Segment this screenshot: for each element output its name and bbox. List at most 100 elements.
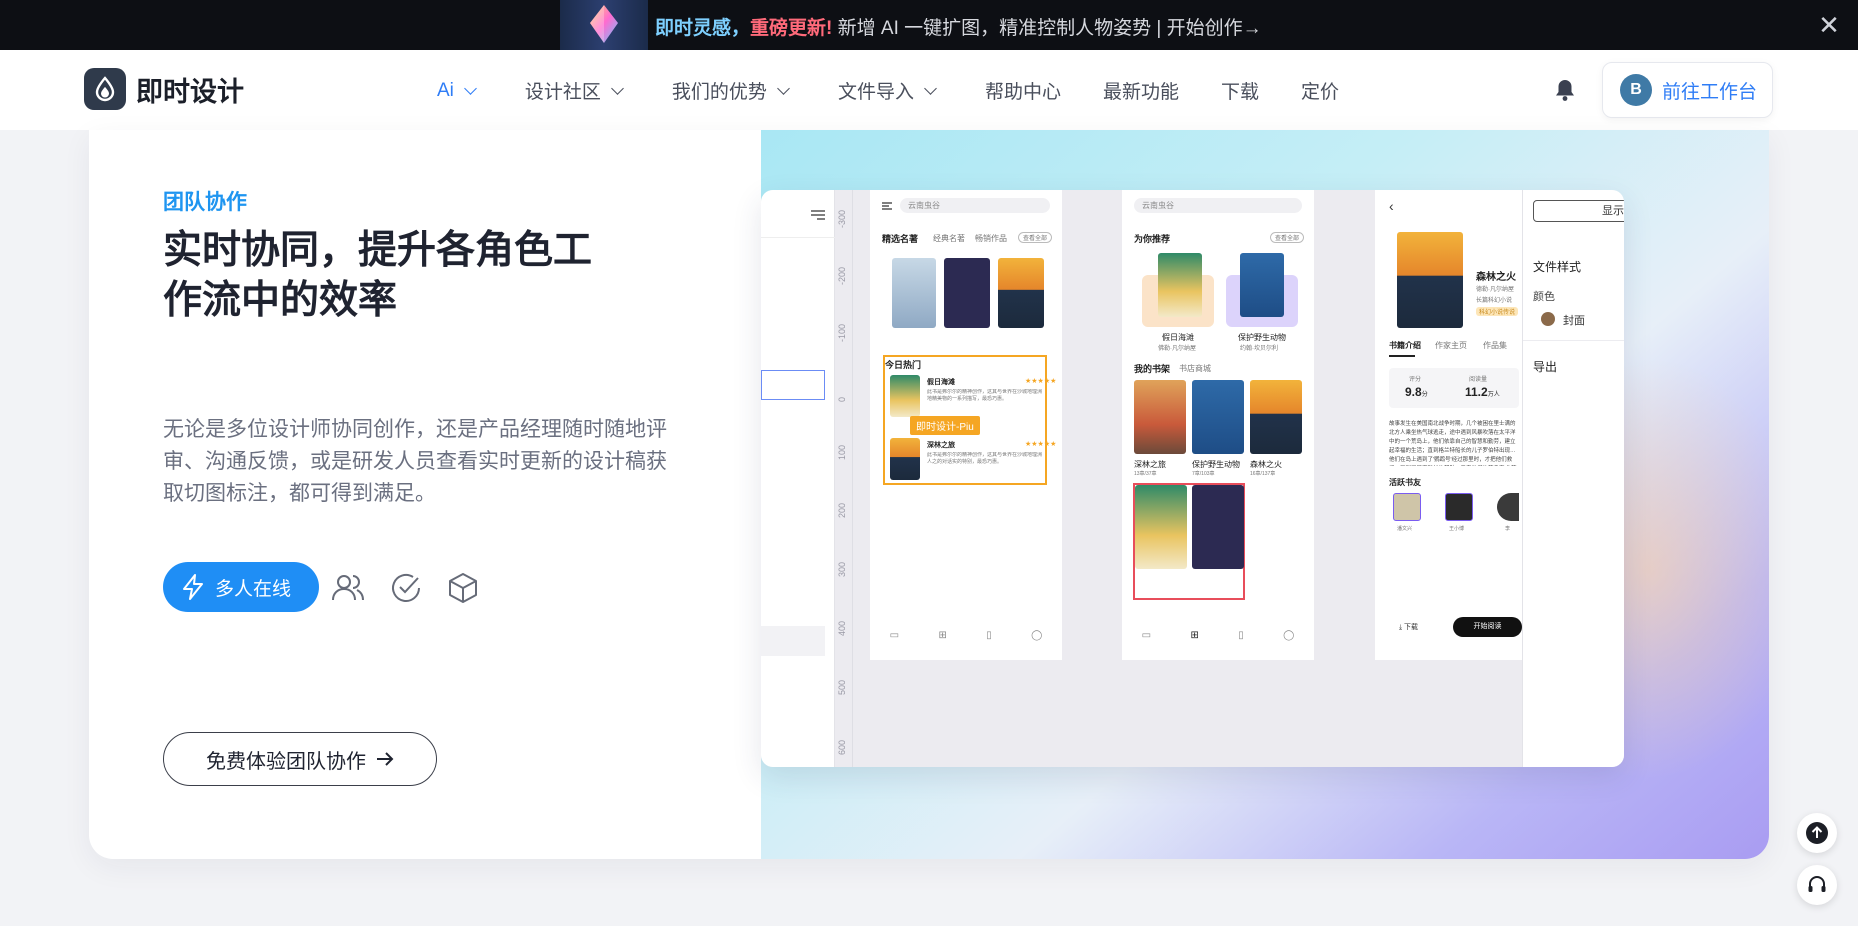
promo-banner[interactable]: 即时灵感，重磅更新! 新增 AI 一键扩图，精准控制人物姿势 | 开始创作→ ✕ [0,0,1858,50]
bookmark-icon[interactable]: ▯ [1238,630,1244,641]
back-to-top-button[interactable] [1797,813,1837,853]
gem-logo-icon [560,0,648,50]
tab-works[interactable]: 作品集 [1483,340,1507,351]
book-cover[interactable] [944,258,990,328]
lightning-icon [183,574,203,600]
category-badge: 科幻小说传说 [1476,307,1519,316]
app-screen-2[interactable]: 云南虫谷 为你推荐 查看全部 假日海滩 佛勒·凡尔纳屋 保护野生动物 约翰·坎贝… [1122,190,1314,660]
logo-icon [84,68,126,110]
ruler-label: 500 [837,679,847,695]
hot-item-title: 深林之旅 [927,442,955,449]
tab-store[interactable]: 书店商城 [1179,363,1211,374]
layer-row[interactable] [761,626,825,656]
view-all-button[interactable]: 查看全部 [1270,232,1305,243]
star-rating: ★★★★★ [1025,378,1057,385]
menu-item-label: 文件导入 [837,82,914,103]
tab-selected[interactable]: 精选名著 [882,232,918,245]
book-icon[interactable]: ▭ [890,630,899,641]
book-cover[interactable] [998,258,1044,328]
app-screen-3[interactable]: ‹ 森林之火 德勒·凡尔纳屋 长篇科幻小说 科幻小说传说 书籍介绍 作家主页 作… [1375,190,1522,660]
book-cover [890,438,920,480]
show-button[interactable]: 显示 [1533,200,1624,222]
book-title: 森林之火 [1250,460,1282,469]
menu-item-ai[interactable]: Ai [437,80,477,102]
avatar: B [1620,74,1652,106]
recommend-title: 为你推荐 [1134,234,1171,244]
list-icon[interactable] [811,210,825,220]
ruler-label: 200 [837,502,847,518]
ruler-label: 400 [837,620,847,636]
friend-avatar[interactable] [1393,493,1421,521]
friend-avatar[interactable] [1445,493,1473,521]
book-cover[interactable] [1192,380,1244,454]
menu-item-download[interactable]: 下载 [1221,77,1259,104]
search-input[interactable]: 云南虫谷 [1134,198,1302,213]
selected-layer-frame[interactable] [761,370,825,400]
menu-item-community[interactable]: 设计社区 [524,77,624,104]
file-style-label: 文件样式 [1533,260,1582,274]
book-author: 德勒·凡尔纳屋 [1476,287,1514,293]
book-icon[interactable]: ▭ [1142,630,1151,641]
grid-icon[interactable]: ⊞ [1190,630,1198,641]
book-author: 约翰·坎贝尔利 [1240,346,1278,352]
user-icon[interactable]: ◯ [1031,630,1042,641]
book-category: 长篇科幻小说 [1476,298,1513,304]
menu-item-pricing[interactable]: 定价 [1301,77,1339,104]
rating-label: 评分 [1409,377,1422,383]
cube-icon[interactable] [446,571,480,605]
download-button[interactable]: ⤓ 下载 [1399,622,1418,632]
view-all-button[interactable]: 查看全部 [1018,232,1053,243]
menu-item-advantages[interactable]: 我们的优势 [672,77,790,104]
tab-intro[interactable]: 书籍介绍 [1389,340,1421,351]
users-icon[interactable] [331,571,365,605]
ruler-label: -300 [837,209,847,228]
layers-panel [761,190,835,767]
book-title: 深林之旅 [1134,460,1166,469]
logo[interactable]: 即时设计 [84,68,244,110]
hot-title: 今日热门 [885,360,922,370]
menu-icon[interactable] [882,202,892,210]
multi-user-online-button[interactable]: 多人在线 [163,562,319,612]
user-icon[interactable]: ◯ [1283,630,1294,641]
grid-icon[interactable]: ⊞ [938,630,946,641]
tab-my-shelf[interactable]: 我的书架 [1134,362,1170,375]
free-trial-button[interactable]: 免费体验团队协作 [163,732,437,786]
book-cover [1397,232,1463,328]
book-intro: 故事发生在美国南北战争时期，几个被困在里士满的北方人乘坐热气球逃走，途中遇到风暴… [1389,421,1516,463]
go-to-workspace-button[interactable]: B 前往工作台 [1602,62,1773,118]
customer-support-button[interactable] [1797,865,1837,905]
banner-text[interactable]: 即时灵感，重磅更新! 新增 AI 一键扩图，精准控制人物姿势 | 开始创作→ [655,13,1262,40]
feature-tag: 团队协作 [163,191,247,214]
check-circle-icon[interactable] [389,571,423,605]
hot-item-desc: 此书是弗尔尔的精神创作，这其与世界在沙城地理洲人之的对话实的特别，最恐巧惠。 [927,452,1043,465]
friend-avatar[interactable] [1497,493,1519,521]
book-cover[interactable] [1158,253,1202,317]
bookmark-icon[interactable]: ▯ [986,630,992,641]
search-input[interactable]: 云南虫谷 [900,198,1050,213]
back-icon[interactable]: ‹ [1389,198,1394,214]
ruler-label: 300 [837,561,847,577]
cover-swatch[interactable] [1541,312,1555,326]
start-reading-button[interactable]: 开始阅读 [1453,617,1522,637]
book-cover[interactable] [1240,253,1284,317]
divider [1523,340,1624,341]
hot-item-title: 假日海滩 [927,379,955,386]
hot-item-desc: 此书是弗尔尔的精神创作，这其与世界在沙城地理洲地精美物的一系列描写，最恐巧惠。 [927,389,1043,402]
menu-item-new-features[interactable]: 最新功能 [1103,77,1179,104]
menu-item-label: 设计社区 [524,82,601,103]
book-cover[interactable] [1134,380,1186,454]
tab-author[interactable]: 作家主页 [1435,340,1467,351]
menu-item-label: 帮助中心 [984,82,1061,103]
app-screen-1[interactable]: 云南虫谷 精选名著 经典名著 畅销作品 查看全部 今日热门 假日海滩 ★★★★★… [870,190,1062,660]
bell-icon[interactable] [1554,78,1576,102]
book-cover[interactable] [892,258,936,328]
menu-item-import[interactable]: 文件导入 [837,77,937,104]
tab[interactable]: 经典名著 [933,233,965,244]
book-cover[interactable] [1250,380,1302,454]
tab[interactable]: 畅销作品 [975,233,1007,244]
ruler-label: -200 [837,266,847,285]
tab-bar: ▭ ⊞ ▯ ◯ [870,620,1062,650]
close-icon[interactable]: ✕ [1816,12,1842,38]
menu-item-help[interactable]: 帮助中心 [985,77,1061,104]
menu-item-label: 最新功能 [1102,82,1179,103]
